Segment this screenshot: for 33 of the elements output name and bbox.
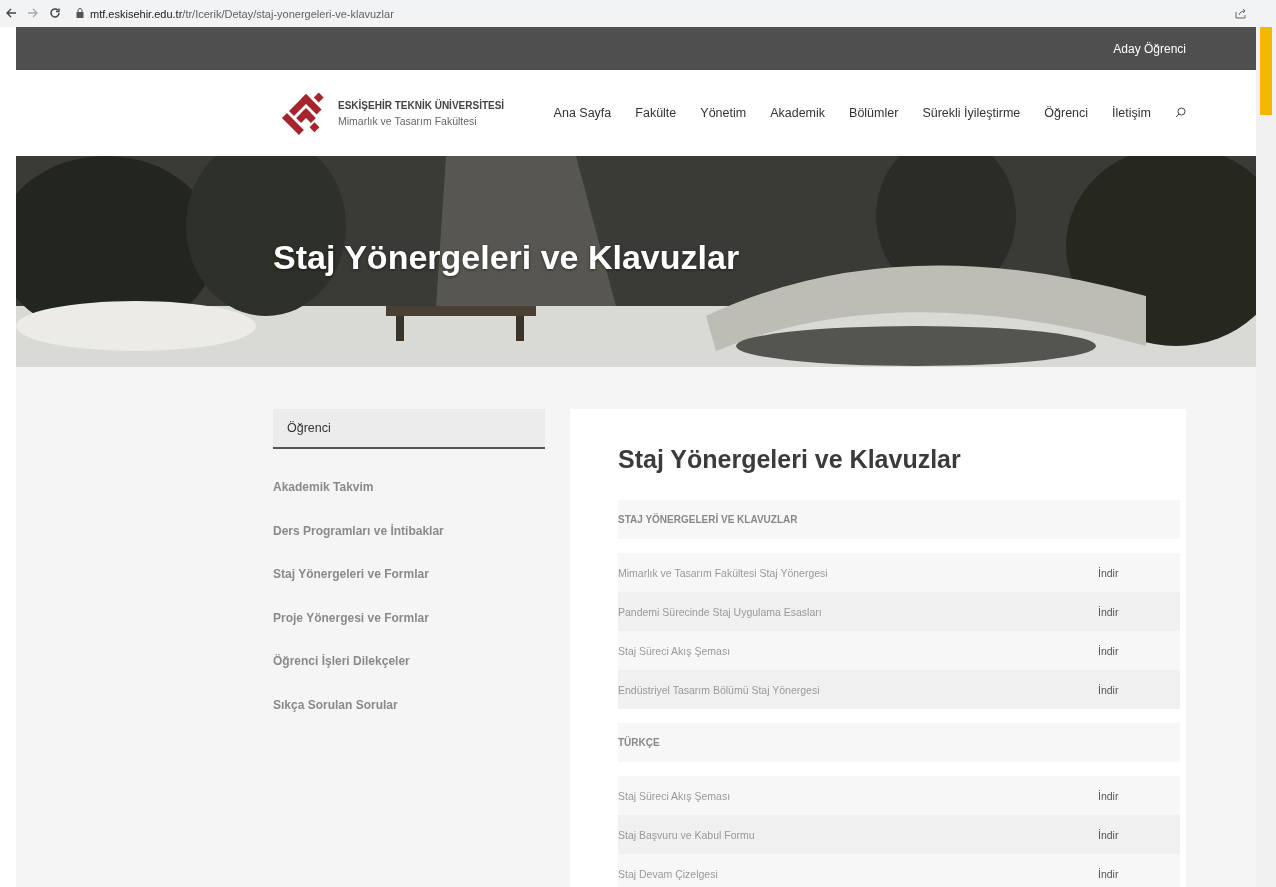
section-heading: TÜRKÇE xyxy=(618,723,1180,762)
section-heading: STAJ YÖNERGELERİ VE KLAVUZLAR xyxy=(618,500,1180,539)
scroll-thumb[interactable] xyxy=(1260,27,1272,115)
nav-link[interactable]: Yönetim xyxy=(700,106,747,120)
nav-link[interactable]: İletişim xyxy=(1112,106,1151,120)
lock-icon xyxy=(76,7,84,20)
document-name: Pandemi Sürecinde Staj Uygulama Esasları xyxy=(618,605,823,618)
download-link[interactable]: İndir xyxy=(1098,566,1119,579)
nav-link[interactable]: Ana Sayfa xyxy=(553,106,612,120)
nav-link[interactable]: Sürekli İyileştirme xyxy=(922,106,1021,120)
sidebar-heading: Öğrenci xyxy=(273,409,545,449)
document-name: Mimarlık ve Tasarım Fakültesi Staj Yönergesi xyxy=(618,566,829,579)
top-bar-link[interactable]: Aday Öğrenci xyxy=(1113,41,1186,56)
document-name: Endüstriyel Tasarım Bölümü Staj Yönergesi xyxy=(618,683,821,696)
nav-link[interactable]: Fakülte xyxy=(635,106,677,120)
url-text: mtf.eskisehir.edu.tr/tr/Icerik/Detay/staj-yonergeleri-ve-klavuzlar xyxy=(90,7,394,20)
faculty-name: Mimarlık ve Tasarım Fakültesi xyxy=(338,114,478,127)
document-name: Staj Devam Çizelgesi xyxy=(618,867,719,880)
page-title: Staj Yönergeleri ve Klavuzlar xyxy=(618,445,962,474)
document-name: Staj Başvuru ve Kabul Formu xyxy=(618,828,756,841)
download-link[interactable]: İndir xyxy=(1098,605,1119,618)
university-name: ESKİŞEHİR TEKNİK ÜNİVERSİTESİ xyxy=(338,99,505,111)
hero-title: Staj Yönergeleri ve Klavuzlar xyxy=(273,238,740,277)
download-link[interactable]: İndir xyxy=(1098,683,1119,696)
nav-link[interactable]: Bölümler xyxy=(849,106,899,120)
download-link[interactable]: İndir xyxy=(1098,789,1119,802)
document-name: Staj Süreci Akış Şeması xyxy=(618,644,732,657)
download-link[interactable]: İndir xyxy=(1098,644,1119,657)
download-link[interactable]: İndir xyxy=(1098,828,1119,841)
nav-link[interactable]: Akademik xyxy=(770,106,826,120)
nav-link[interactable]: Öğrenci xyxy=(1044,106,1089,120)
document-name: Staj Süreci Akış Şeması xyxy=(618,789,732,802)
download-link[interactable]: İndir xyxy=(1098,867,1119,880)
